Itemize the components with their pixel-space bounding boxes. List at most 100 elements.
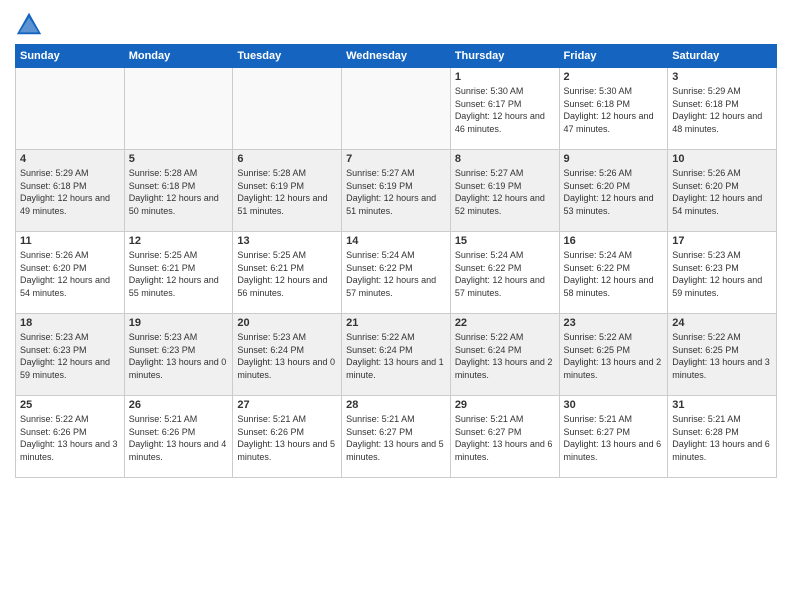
day-number: 19 — [129, 317, 229, 329]
day-number: 29 — [455, 399, 555, 411]
day-number: 14 — [346, 235, 446, 247]
calendar-weekday-header: Monday — [124, 45, 233, 68]
calendar-table: SundayMondayTuesdayWednesdayThursdayFrid… — [15, 44, 777, 478]
calendar-weekday-header: Thursday — [450, 45, 559, 68]
calendar-day-cell: 28Sunrise: 5:21 AMSunset: 6:27 PMDayligh… — [342, 396, 451, 478]
calendar-header-row: SundayMondayTuesdayWednesdayThursdayFrid… — [16, 45, 777, 68]
calendar-day-cell: 14 Sunrise: 5:24 AMSunset: 6:22 PMDayligh… — [342, 232, 451, 314]
calendar-day-cell: 13 Sunrise: 5:25 AMSunset: 6:21 PMDayligh… — [233, 232, 342, 314]
day-number: 31 — [672, 399, 772, 411]
calendar-day-cell: 5 Sunrise: 5:28 AMSunset: 6:18 PMDaylight… — [124, 150, 233, 232]
day-number: 21 — [346, 317, 446, 329]
calendar-day-cell — [16, 68, 125, 150]
day-info: Sunrise: 5:22 AMSunset: 6:25 PMDaylight:… — [672, 331, 772, 381]
day-number: 23 — [564, 317, 664, 329]
day-number: 11 — [20, 235, 120, 247]
day-number: 5 — [129, 153, 229, 165]
calendar-weekday-header: Sunday — [16, 45, 125, 68]
day-info: Sunrise: 5:27 AMSunset: 6:19 PMDaylight:… — [346, 167, 446, 217]
day-info: Sunrise: 5:26 AMSunset: 6:20 PMDaylight:… — [20, 249, 120, 299]
day-info: Sunrise: 5:21 AMSunset: 6:26 PMDaylight:… — [237, 413, 337, 463]
calendar-day-cell: 17 Sunrise: 5:23 AMSunset: 6:23 PMDayligh… — [668, 232, 777, 314]
day-number: 9 — [564, 153, 664, 165]
calendar-day-cell: 22 Sunrise: 5:22 AMSunset: 6:24 PMDayligh… — [450, 314, 559, 396]
day-number: 27 — [237, 399, 337, 411]
day-info: Sunrise: 5:22 AMSunset: 6:26 PMDaylight:… — [20, 413, 120, 463]
day-number: 17 — [672, 235, 772, 247]
calendar-day-cell: 26 Sunrise: 5:21 AMSunset: 6:26 PMDayligh… — [124, 396, 233, 478]
calendar-week-row: 1Sunrise: 5:30 AMSunset: 6:17 PMDaylight… — [16, 68, 777, 150]
page-container: SundayMondayTuesdayWednesdayThursdayFrid… — [0, 0, 792, 612]
day-info: Sunrise: 5:26 AMSunset: 6:20 PMDaylight:… — [672, 167, 772, 217]
day-number: 30 — [564, 399, 664, 411]
logo-icon — [15, 10, 43, 38]
day-info: Sunrise: 5:21 AMSunset: 6:28 PMDaylight:… — [672, 413, 772, 463]
day-info: Sunrise: 5:25 AMSunset: 6:21 PMDaylight:… — [129, 249, 229, 299]
day-info: Sunrise: 5:24 AMSunset: 6:22 PMDaylight:… — [455, 249, 555, 299]
calendar-day-cell: 20 Sunrise: 5:23 AMSunset: 6:24 PMDayligh… — [233, 314, 342, 396]
day-info: Sunrise: 5:23 AMSunset: 6:23 PMDaylight:… — [129, 331, 229, 381]
day-info: Sunrise: 5:30 AMSunset: 6:18 PMDaylight:… — [564, 85, 664, 135]
day-info: Sunrise: 5:23 AMSunset: 6:24 PMDaylight:… — [237, 331, 337, 381]
day-number: 7 — [346, 153, 446, 165]
calendar-day-cell: 8Sunrise: 5:27 AMSunset: 6:19 PMDaylight… — [450, 150, 559, 232]
calendar-day-cell: 9Sunrise: 5:26 AMSunset: 6:20 PMDaylight… — [559, 150, 668, 232]
day-info: Sunrise: 5:21 AMSunset: 6:27 PMDaylight:… — [455, 413, 555, 463]
calendar-day-cell: 21 Sunrise: 5:22 AMSunset: 6:24 PMDayligh… — [342, 314, 451, 396]
day-number: 1 — [455, 71, 555, 83]
day-info: Sunrise: 5:29 AMSunset: 6:18 PMDaylight:… — [20, 167, 120, 217]
calendar-day-cell: 10 Sunrise: 5:26 AMSunset: 6:20 PMDayligh… — [668, 150, 777, 232]
calendar-weekday-header: Saturday — [668, 45, 777, 68]
calendar-day-cell: 23 Sunrise: 5:22 AMSunset: 6:25 PMDayligh… — [559, 314, 668, 396]
day-info: Sunrise: 5:28 AMSunset: 6:18 PMDaylight:… — [129, 167, 229, 217]
day-info: Sunrise: 5:25 AMSunset: 6:21 PMDaylight:… — [237, 249, 337, 299]
day-info: Sunrise: 5:24 AMSunset: 6:22 PMDaylight:… — [564, 249, 664, 299]
day-info: Sunrise: 5:24 AMSunset: 6:22 PMDaylight:… — [346, 249, 446, 299]
day-number: 10 — [672, 153, 772, 165]
calendar-day-cell: 27 Sunrise: 5:21 AMSunset: 6:26 PMDayligh… — [233, 396, 342, 478]
day-info: Sunrise: 5:22 AMSunset: 6:24 PMDaylight:… — [455, 331, 555, 381]
calendar-week-row: 11 Sunrise: 5:26 AMSunset: 6:20 PMDayligh… — [16, 232, 777, 314]
day-number: 25 — [20, 399, 120, 411]
day-number: 18 — [20, 317, 120, 329]
logo — [15, 10, 47, 38]
day-number: 13 — [237, 235, 337, 247]
day-number: 6 — [237, 153, 337, 165]
calendar-day-cell: 16 Sunrise: 5:24 AMSunset: 6:22 PMDayligh… — [559, 232, 668, 314]
day-info: Sunrise: 5:22 AMSunset: 6:25 PMDaylight:… — [564, 331, 664, 381]
calendar-week-row: 18 Sunrise: 5:23 AMSunset: 6:23 PMDayligh… — [16, 314, 777, 396]
day-info: Sunrise: 5:21 AMSunset: 6:27 PMDaylight:… — [564, 413, 664, 463]
day-number: 3 — [672, 71, 772, 83]
calendar-day-cell: 1Sunrise: 5:30 AMSunset: 6:17 PMDaylight… — [450, 68, 559, 150]
calendar-day-cell: 25 Sunrise: 5:22 AMSunset: 6:26 PMDayligh… — [16, 396, 125, 478]
calendar-weekday-header: Friday — [559, 45, 668, 68]
day-info: Sunrise: 5:21 AMSunset: 6:27 PMDaylight:… — [346, 413, 446, 463]
day-number: 22 — [455, 317, 555, 329]
calendar-week-row: 25 Sunrise: 5:22 AMSunset: 6:26 PMDayligh… — [16, 396, 777, 478]
day-number: 24 — [672, 317, 772, 329]
day-number: 8 — [455, 153, 555, 165]
calendar-day-cell: 29 Sunrise: 5:21 AMSunset: 6:27 PMDayligh… — [450, 396, 559, 478]
day-info: Sunrise: 5:23 AMSunset: 6:23 PMDaylight:… — [672, 249, 772, 299]
calendar-day-cell: 24 Sunrise: 5:22 AMSunset: 6:25 PMDayligh… — [668, 314, 777, 396]
calendar-day-cell — [233, 68, 342, 150]
day-number: 4 — [20, 153, 120, 165]
day-number: 15 — [455, 235, 555, 247]
calendar-day-cell: 30 Sunrise: 5:21 AMSunset: 6:27 PMDayligh… — [559, 396, 668, 478]
day-number: 16 — [564, 235, 664, 247]
day-number: 20 — [237, 317, 337, 329]
calendar-day-cell: 18 Sunrise: 5:23 AMSunset: 6:23 PMDayligh… — [16, 314, 125, 396]
day-number: 26 — [129, 399, 229, 411]
calendar-day-cell — [342, 68, 451, 150]
calendar-day-cell: 7 Sunrise: 5:27 AMSunset: 6:19 PMDaylight… — [342, 150, 451, 232]
header — [15, 10, 777, 38]
calendar-day-cell: 15 Sunrise: 5:24 AMSunset: 6:22 PMDayligh… — [450, 232, 559, 314]
day-info: Sunrise: 5:23 AMSunset: 6:23 PMDaylight:… — [20, 331, 120, 381]
calendar-week-row: 4 Sunrise: 5:29 AMSunset: 6:18 PMDaylight… — [16, 150, 777, 232]
day-info: Sunrise: 5:28 AMSunset: 6:19 PMDaylight:… — [237, 167, 337, 217]
day-info: Sunrise: 5:21 AMSunset: 6:26 PMDaylight:… — [129, 413, 229, 463]
day-info: Sunrise: 5:22 AMSunset: 6:24 PMDaylight:… — [346, 331, 446, 381]
calendar-day-cell: 4 Sunrise: 5:29 AMSunset: 6:18 PMDaylight… — [16, 150, 125, 232]
calendar-day-cell: 6 Sunrise: 5:28 AMSunset: 6:19 PMDaylight… — [233, 150, 342, 232]
calendar-weekday-header: Tuesday — [233, 45, 342, 68]
